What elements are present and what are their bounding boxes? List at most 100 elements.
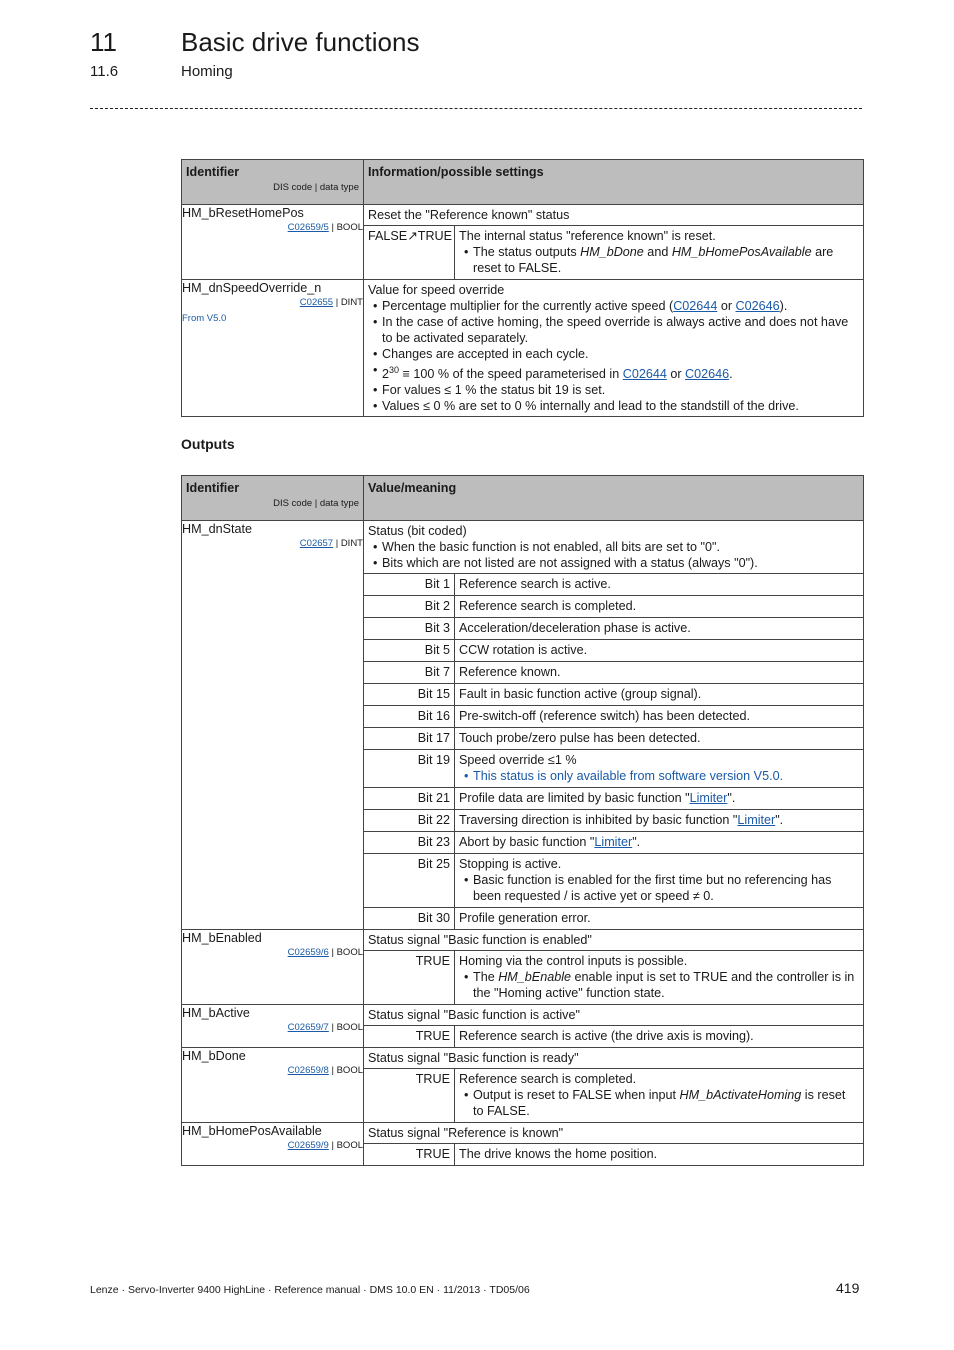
footer-text: Lenze · Servo-Inverter 9400 HighLine · R…: [90, 1284, 530, 1296]
identifier-cell: HM_bHomePosAvailable C02659/9 | BOOL: [181, 1122, 364, 1166]
code-link[interactable]: C02657: [300, 538, 333, 549]
code-link[interactable]: C02659/8: [288, 1065, 329, 1076]
bit-key: Bit 17: [364, 727, 455, 750]
description: Value for speed override: [368, 283, 505, 297]
bit-row: Bit 15 Fault in basic function active (gr…: [364, 683, 863, 706]
value-key: FALSE↗TRUE: [364, 225, 455, 279]
bit-row: Bit 5 CCW rotation is active.: [364, 639, 863, 662]
info-content: Status (bit coded) When the basic functi…: [364, 521, 863, 573]
bit-text-cell: Profile data are limited by basic functi…: [454, 787, 863, 810]
table-row: HM_bEnabled C02659/6 | BOOL Status signa…: [181, 929, 864, 1005]
value-text: Reference search is completed.: [459, 1072, 637, 1086]
bit-table: Bit 1 Reference search is active. Bit 2 Re…: [364, 573, 863, 929]
bit-key: Bit 7: [364, 661, 455, 684]
header-identifier-sub: DIS code | data type: [273, 182, 359, 193]
code-link[interactable]: C02659/6: [288, 947, 329, 958]
data-type: | BOOL: [331, 1140, 363, 1151]
identifier-name: HM_dnSpeedOverride_n: [182, 281, 322, 295]
bit-text: Touch probe/zero pulse has been detected…: [454, 727, 863, 750]
bit-key: Bit 19: [364, 749, 455, 788]
table-row: HM_dnSpeedOverride_n C02655 | DINT From …: [181, 278, 864, 418]
header-identifier-sub: DIS code | data type: [273, 498, 359, 509]
dis-code: C02659/7 | BOOL: [182, 1021, 363, 1034]
bit-text: Reference search is completed.: [454, 595, 863, 618]
header-identifier: Identifier DIS code | data type: [181, 475, 364, 521]
description: Status signal "Basic function is ready": [368, 1051, 579, 1065]
identifier-name: HM_bEnabled: [182, 931, 262, 945]
data-type: | BOOL: [331, 1022, 363, 1033]
info-cell: Value for speed override Percentage mult…: [363, 278, 864, 418]
identifier-cell: HM_bResetHomePos C02659/5 | BOOL: [181, 204, 364, 280]
bit-row: Bit 30 Profile generation error.: [364, 907, 863, 929]
link-c02646[interactable]: C02646: [736, 299, 780, 313]
chapter-title: Basic drive functions: [181, 27, 420, 57]
bit-key: Bit 5: [364, 639, 455, 662]
table-row: HM_dnState C02657 | DINT Status (bit cod…: [181, 520, 864, 930]
info-content: Value for speed override Percentage mult…: [364, 280, 863, 416]
header-identifier: Identifier DIS code | data type: [181, 159, 364, 205]
code-link[interactable]: C02659/7: [288, 1022, 329, 1033]
bit-key: Bit 2: [364, 595, 455, 618]
identifier-name: HM_dnState: [182, 522, 253, 536]
outputs-heading: Outputs: [181, 436, 235, 452]
value-text: Reference search is active (the drive ax…: [454, 1025, 863, 1047]
header-value: Value/meaning: [363, 475, 864, 521]
identifier-cell: HM_bEnabled C02659/6 | BOOL: [181, 929, 364, 1005]
header-divider: [90, 108, 862, 109]
bullet-list: Percentage multiplier for the currently …: [368, 298, 859, 414]
code-link[interactable]: C02659/9: [288, 1140, 329, 1151]
value-key: TRUE: [364, 1025, 455, 1047]
bit-text: Profile generation error.: [454, 907, 863, 929]
bullet-item: Values ≤ 0 % are set to 0 % internally a…: [373, 398, 859, 414]
bit-text: Acceleration/deceleration phase is activ…: [454, 617, 863, 640]
bit-row: Bit 17 Touch probe/zero pulse has been de…: [364, 727, 863, 750]
table-header: Identifier DIS code | data type Value/me…: [181, 475, 864, 521]
chapter-number: 11: [90, 27, 117, 57]
link-c02644[interactable]: C02644: [623, 367, 667, 381]
page-number: 419: [836, 1280, 860, 1296]
bit-key: Bit 1: [364, 573, 455, 596]
limiter-link[interactable]: Limiter: [737, 813, 775, 827]
bit-text: CCW rotation is active.: [454, 639, 863, 662]
bit-text: Reference known.: [454, 661, 863, 684]
bit-text: Speed override ≤1 %: [459, 753, 577, 767]
bit-row: Bit 21 Profile data are limited by basic …: [364, 787, 863, 810]
description: Status (bit coded): [368, 524, 467, 538]
bullet-item: This status is only available from softw…: [464, 768, 859, 784]
bit-row: Bit 25Stopping is active.Basic function …: [364, 853, 863, 908]
value-table: TRUE Reference search is active (the dri…: [364, 1025, 863, 1047]
bullet-item: Percentage multiplier for the currently …: [373, 298, 859, 314]
bit-text-cell: Abort by basic function "Limiter".: [454, 831, 863, 854]
section-number: 11.6: [90, 63, 119, 80]
value-row: FALSE↗TRUE The internal status "referenc…: [364, 225, 863, 279]
code-link[interactable]: C02659/5: [288, 222, 329, 233]
description: Reset the "Reference known" status: [368, 208, 570, 222]
bit-row: Bit 1 Reference search is active.: [364, 573, 863, 596]
bullet-item: Basic function is enabled for the first …: [464, 872, 859, 904]
dis-code: C02659/9 | BOOL: [182, 1139, 363, 1152]
bit-row: Bit 3 Acceleration/deceleration phase is …: [364, 617, 863, 640]
bit-text: Fault in basic function active (group si…: [454, 683, 863, 706]
bit-row: Bit 2 Reference search is completed.: [364, 595, 863, 618]
bit-row: Bit 22 Traversing direction is inhibited …: [364, 809, 863, 832]
value-row: TRUE Reference search is completed. Outp…: [364, 1068, 863, 1122]
dis-code: C02659/5 | BOOL: [182, 221, 363, 234]
outputs-table: Identifier DIS code | data type Value/me…: [181, 475, 864, 1166]
bit-key: Bit 16: [364, 705, 455, 728]
limiter-link[interactable]: Limiter: [594, 835, 632, 849]
value-key: TRUE: [364, 1143, 455, 1165]
code-link[interactable]: C02655: [300, 297, 333, 308]
description: Status signal "Basic function is enabled…: [368, 933, 592, 947]
header-info: Information/possible settings: [363, 159, 864, 205]
section-title: Homing: [181, 63, 233, 80]
bit-text: Reference search is active.: [454, 573, 863, 596]
bit-row: Bit 16 Pre-switch-off (reference switch) …: [364, 705, 863, 728]
dis-code: C02659/8 | BOOL: [182, 1064, 363, 1077]
limiter-link[interactable]: Limiter: [690, 791, 728, 805]
link-c02644[interactable]: C02644: [673, 299, 717, 313]
inputs-table: Identifier DIS code | data type Informat…: [181, 159, 864, 418]
bit-key: Bit 30: [364, 907, 455, 929]
value-table: TRUE The drive knows the home position.: [364, 1143, 863, 1165]
link-c02646[interactable]: C02646: [685, 367, 729, 381]
table-row: HM_bDone C02659/8 | BOOL Status signal "…: [181, 1047, 864, 1123]
